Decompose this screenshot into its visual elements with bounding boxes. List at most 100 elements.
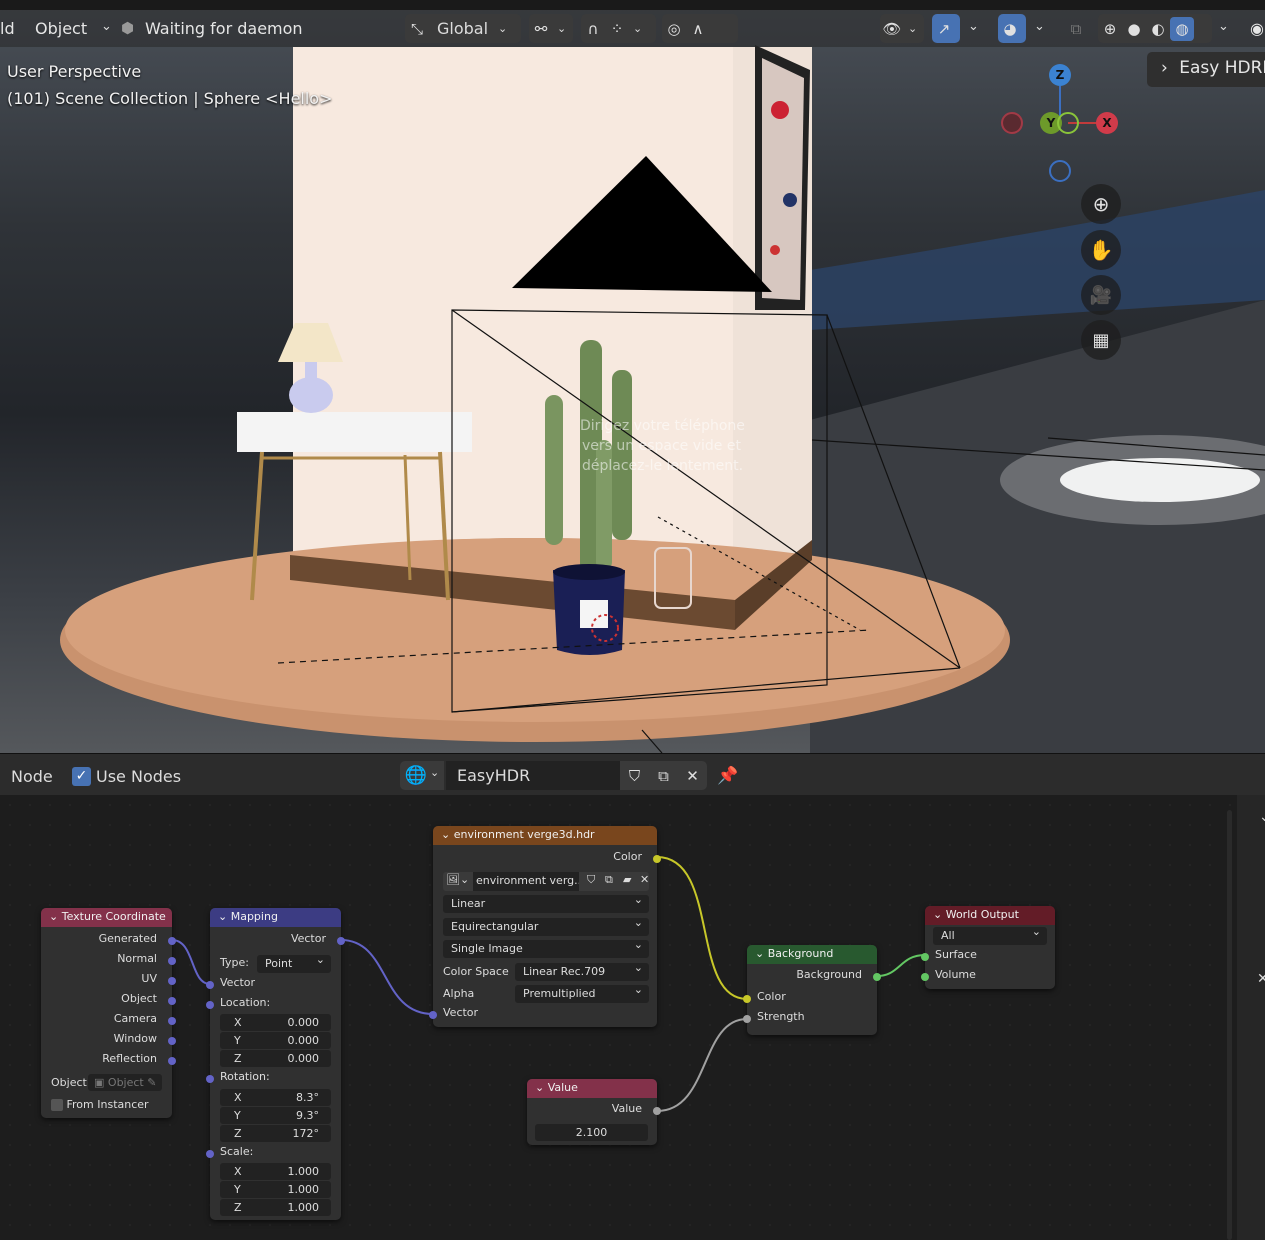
node-editor-scrollbar[interactable] (1227, 810, 1232, 1240)
type-dropdown[interactable]: Point (257, 953, 331, 973)
perspective-toggle-button[interactable]: ▦ (1081, 320, 1121, 360)
location-y-field[interactable]: Y 0.000 (220, 1032, 331, 1049)
scale-z-field[interactable]: Z 1.000 (220, 1199, 331, 1216)
visibility-eye-icon[interactable]: ◉ (1250, 19, 1264, 38)
source-dropdown[interactable]: Single Image (443, 938, 649, 958)
input-socket[interactable] (743, 995, 751, 1003)
location-z-field[interactable]: Z 0.000 (220, 1050, 331, 1067)
magnet-icon[interactable]: ∩ (581, 17, 605, 41)
world-browse-dropdown[interactable]: 🌐 ⌄ (400, 761, 444, 790)
from-instancer-checkbox[interactable] (51, 1099, 63, 1111)
chevron-down-icon[interactable]: ⌄ (1034, 19, 1045, 34)
input-socket[interactable] (206, 1150, 214, 1158)
projection-dropdown[interactable]: Equirectangular (443, 916, 649, 936)
output-socket[interactable] (168, 957, 176, 965)
gizmo-x-ball[interactable]: X (1096, 112, 1118, 134)
snap-controls[interactable]: ∩ ⁘ ⌄ (581, 14, 656, 43)
node-sidebar-panel[interactable]: ⌄ ✕ (1237, 795, 1265, 1240)
texture-coordinate-header[interactable]: ⌄ Texture Coordinate (41, 908, 172, 927)
close-icon[interactable]: ✕ (681, 764, 705, 788)
target-dropdown[interactable]: All (933, 925, 1047, 945)
solid-shading-icon[interactable]: ● (1122, 17, 1146, 41)
overlays-toggle[interactable]: ◕ (998, 14, 1026, 43)
use-nodes-checkbox[interactable]: ✓ (72, 767, 91, 786)
eyedropper-icon[interactable]: ✎ (147, 1076, 156, 1089)
output-socket[interactable] (168, 1057, 176, 1065)
input-socket[interactable] (206, 1075, 214, 1083)
output-socket[interactable] (337, 937, 345, 945)
3d-viewport[interactable]: Dirigez votre téléphone vers un espace v… (0, 0, 1265, 753)
collapse-chevron-icon[interactable]: ⌄ (933, 908, 942, 921)
material-shading-icon[interactable]: ◐ (1146, 17, 1170, 41)
node-menu[interactable]: Node (11, 767, 53, 786)
shading-modes[interactable]: ⊕ ● ◐ ◍ (1098, 14, 1212, 43)
collapse-chevron-icon[interactable]: ⌄ (49, 910, 58, 923)
proportional-edit-controls[interactable]: ◎ ∧ (662, 14, 738, 43)
mapping-header[interactable]: ⌄ Mapping (210, 908, 341, 927)
visibility-dropdown[interactable]: 👁 ⌄ (880, 14, 924, 43)
chevron-down-icon[interactable]: ⌄ (1218, 19, 1229, 34)
output-socket[interactable] (168, 1017, 176, 1025)
input-socket[interactable] (429, 1011, 437, 1019)
collapse-chevron-icon[interactable]: ⌄ (218, 910, 227, 923)
output-socket[interactable] (168, 1037, 176, 1045)
gizmo-neg-z-ball[interactable] (1049, 160, 1071, 182)
input-socket[interactable] (206, 1001, 214, 1009)
image-name-field[interactable]: environment verg... (473, 872, 579, 891)
output-socket[interactable] (653, 855, 661, 863)
world-name-field[interactable]: EasyHDR (446, 761, 620, 790)
sidebar-tab-easy-hdri[interactable]: › Easy HDRI (1147, 52, 1265, 87)
falloff-curve-icon[interactable]: ∧ (686, 17, 710, 41)
transform-orientation-dropdown[interactable]: ⤡ Global ⌄ (405, 14, 521, 43)
gizmo-neg-x-ball[interactable] (1001, 112, 1023, 134)
location-x-field[interactable]: X 0.000 (220, 1014, 331, 1031)
fake-user-shield-icon[interactable]: ⛉ (623, 764, 647, 788)
mode-menu[interactable]: Object (35, 19, 87, 38)
output-socket[interactable] (168, 977, 176, 985)
input-socket[interactable] (743, 1015, 751, 1023)
image-icon[interactable]: 🖼⌄ (446, 873, 469, 886)
image-datablock[interactable]: 🖼⌄ environment verg... ⛉ ⧉ ▰ ✕ (443, 872, 649, 891)
alpha-dropdown[interactable]: Premultiplied (515, 983, 649, 1003)
input-socket[interactable] (206, 981, 214, 989)
gizmo-z-ball[interactable]: Z (1049, 64, 1071, 86)
sidebar-chevron-icon[interactable]: ⌄ (1259, 809, 1265, 825)
proportional-edit-icon[interactable]: ◎ (662, 17, 686, 41)
value-field[interactable]: 2.100 (535, 1124, 648, 1141)
fake-user-shield-icon[interactable]: ⛉ (587, 873, 595, 887)
editor-type-fragment[interactable]: ld (0, 19, 15, 38)
scale-y-field[interactable]: Y 1.000 (220, 1181, 331, 1198)
output-socket[interactable] (168, 937, 176, 945)
node-canvas[interactable]: ⌄ Texture Coordinate Generated Normal UV… (0, 795, 1265, 1240)
pin-icon[interactable]: 📌 (716, 764, 740, 788)
snap-grid-icon[interactable]: ⁘ (605, 17, 629, 41)
output-socket[interactable] (873, 973, 881, 981)
mapping-node[interactable]: ⌄ Mapping Vector Type: Point Vector Loca… (206, 908, 345, 1220)
input-socket[interactable] (921, 953, 929, 961)
interpolation-dropdown[interactable]: Linear (443, 893, 649, 913)
collapse-chevron-icon[interactable]: ⌄ (441, 828, 450, 841)
wireframe-shading-icon[interactable]: ⊕ (1098, 17, 1122, 41)
background-header[interactable]: ⌄ Background (747, 945, 877, 964)
object-picker[interactable]: ▣ Object ✎ (88, 1074, 162, 1091)
world-output-header[interactable]: ⌄ World Output (925, 906, 1055, 925)
scale-x-field[interactable]: X 1.000 (220, 1163, 331, 1180)
close-icon[interactable]: ✕ (640, 873, 649, 886)
camera-view-button[interactable]: 🎥 (1081, 275, 1121, 315)
rotation-x-field[interactable]: X 8.3° (220, 1089, 331, 1106)
rotation-y-field[interactable]: Y 9.3° (220, 1107, 331, 1124)
input-socket[interactable] (921, 973, 929, 981)
sidebar-close-icon[interactable]: ✕ (1257, 971, 1265, 987)
chevron-down-icon[interactable]: ⌄ (101, 19, 112, 34)
rendered-shading-icon[interactable]: ◍ (1170, 16, 1194, 41)
value-header[interactable]: ⌄ Value (527, 1079, 657, 1098)
zoom-button[interactable]: ⊕ (1081, 184, 1121, 224)
chevron-down-icon[interactable]: ⌄ (968, 19, 979, 34)
pivot-point-dropdown[interactable]: ⚯ ⌄ (529, 14, 573, 43)
duplicate-icon[interactable]: ⧉ (605, 873, 613, 887)
output-socket[interactable] (653, 1107, 661, 1115)
output-socket[interactable] (168, 997, 176, 1005)
world-output-node[interactable]: ⌄ World Output All Surface Volume (921, 906, 1055, 989)
xray-toggle[interactable]: ⧉ (1064, 14, 1090, 43)
pan-button[interactable]: ✋ (1081, 230, 1121, 270)
